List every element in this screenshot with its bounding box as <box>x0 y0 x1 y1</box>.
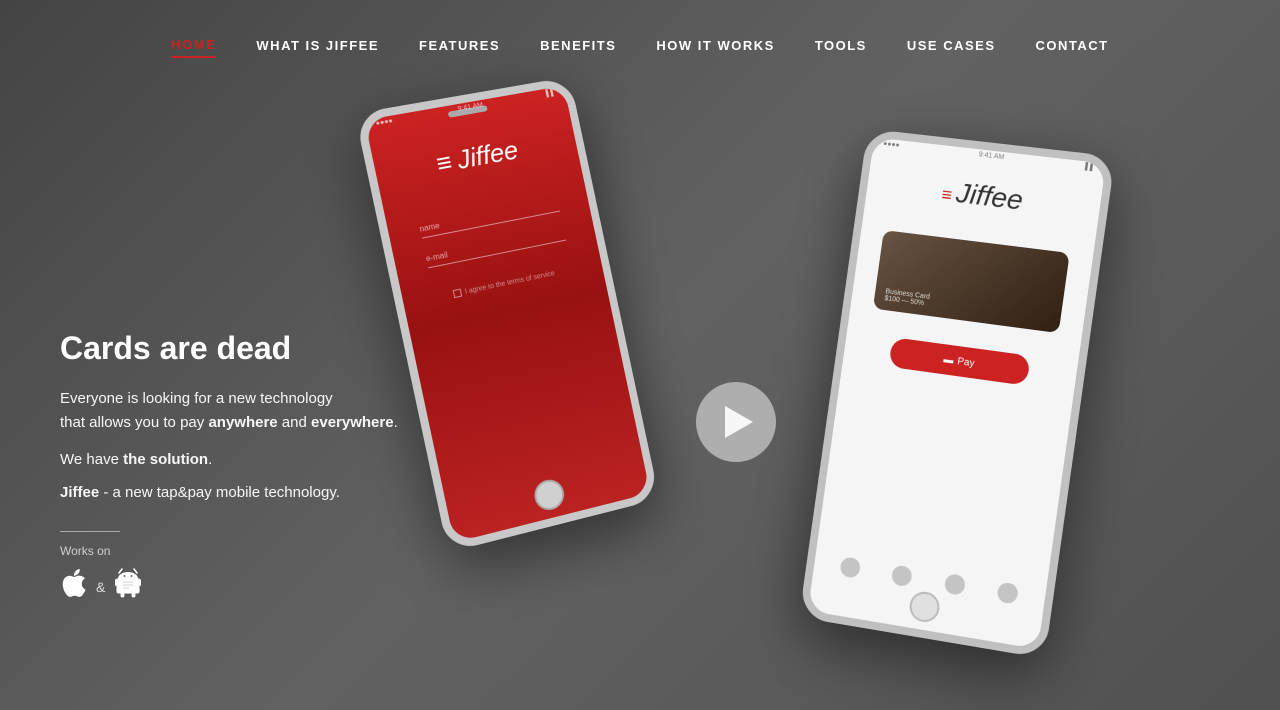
card-bg <box>873 230 1069 333</box>
brand-tagline: - a new tap&pay mobile technology. <box>99 484 340 501</box>
nav-benefits[interactable]: BENEFITS <box>540 34 616 57</box>
hero-and: and <box>278 414 311 431</box>
hero-everywhere: everywhere <box>311 414 394 431</box>
hero-desc-line1: Everyone is looking for a new technology <box>60 390 333 407</box>
brand-name: Jiffee <box>60 484 99 501</box>
nav-contact[interactable]: CONTACT <box>1036 34 1109 57</box>
bottom-nav-dot-1 <box>839 556 861 579</box>
apple-icon <box>60 568 86 605</box>
bottom-nav-dot-4 <box>997 581 1020 604</box>
nav-features[interactable]: FEATURES <box>419 34 500 57</box>
bottom-nav-dot-3 <box>943 573 966 596</box>
pay-label: Pay <box>957 356 976 369</box>
terms-row: I agree to the terms of service <box>452 269 555 298</box>
phone-front: ●●●● 9:41 AM ▌▌ ≡Jiffee Business Card $1… <box>799 129 1115 659</box>
platform-ampersand: & <box>96 579 105 595</box>
checkbox-mock <box>452 289 462 299</box>
nav-tools[interactable]: TOOLS <box>815 34 867 57</box>
jiffee-logo-front: ≡Jiffee <box>940 175 1025 216</box>
phone-back: ●●●● 9:41 AM ▌▌ ≡Jiffee name e-mail <box>355 77 660 553</box>
hero-solution: We have the solution. <box>60 451 398 468</box>
hero-section: HOME WHAT IS JIFFEE FEATURES BENEFITS HO… <box>0 0 1280 710</box>
phone-frame-back: ●●●● 9:41 AM ▌▌ ≡Jiffee name e-mail <box>355 77 660 553</box>
terms-text: I agree to the terms of service <box>464 270 555 295</box>
solution-text1: We have <box>60 451 123 468</box>
status-bar-back: ●●●● 9:41 AM ▌▌ <box>365 88 566 130</box>
nav-home[interactable]: HOME <box>171 33 216 58</box>
hero-content: Cards are dead Everyone is looking for a… <box>60 330 398 605</box>
navbar: HOME WHAT IS JIFFEE FEATURES BENEFITS HO… <box>0 0 1280 90</box>
phone-frame-front: ●●●● 9:41 AM ▌▌ ≡Jiffee Business Card $1… <box>799 129 1115 659</box>
pay-icon: ▬ <box>943 354 954 366</box>
phones-container: ●●●● 9:41 AM ▌▌ ≡Jiffee name e-mail <box>340 60 1100 710</box>
hero-desc-line2: that allows you to pay <box>60 414 204 431</box>
hero-anywhere: anywhere <box>208 414 277 431</box>
solution-end: . <box>208 451 212 468</box>
works-on-label: Works on <box>60 544 398 558</box>
works-on-divider <box>60 531 120 532</box>
card-mock: Business Card $100 — 50% <box>873 230 1069 333</box>
hero-description: Everyone is looking for a new technology… <box>60 387 398 435</box>
jiffee-logo-back: ≡Jiffee <box>433 134 521 179</box>
hero-period: . <box>394 414 398 431</box>
nav-use-cases[interactable]: USE CASES <box>907 34 996 57</box>
android-icon <box>115 568 141 605</box>
logo-bars-front: ≡ <box>940 184 953 205</box>
platform-icons: & <box>60 568 398 605</box>
phone-screen-back: ●●●● 9:41 AM ▌▌ ≡Jiffee name e-mail <box>365 86 651 543</box>
hero-brand-text: Jiffee - a new tap&pay mobile technology… <box>60 484 398 501</box>
nav-how-it-works[interactable]: HOW IT WORKS <box>656 34 774 57</box>
phone-screen-front: ●●●● 9:41 AM ▌▌ ≡Jiffee Business Card $1… <box>808 137 1106 649</box>
input-name-label: name <box>419 198 560 234</box>
bottom-nav-dot-2 <box>891 564 913 587</box>
hero-title: Cards are dead <box>60 330 398 367</box>
logo-bars-back: ≡ <box>433 146 454 179</box>
play-triangle-icon <box>725 406 753 438</box>
status-bar-front: ●●●● 9:41 AM ▌▌ <box>873 139 1106 172</box>
solution-bold: the solution <box>123 451 208 468</box>
nav-what-is-jiffee[interactable]: WHAT IS JIFFEE <box>256 34 379 57</box>
pay-button-mock[interactable]: ▬ Pay <box>888 337 1031 386</box>
play-button[interactable] <box>696 382 776 462</box>
